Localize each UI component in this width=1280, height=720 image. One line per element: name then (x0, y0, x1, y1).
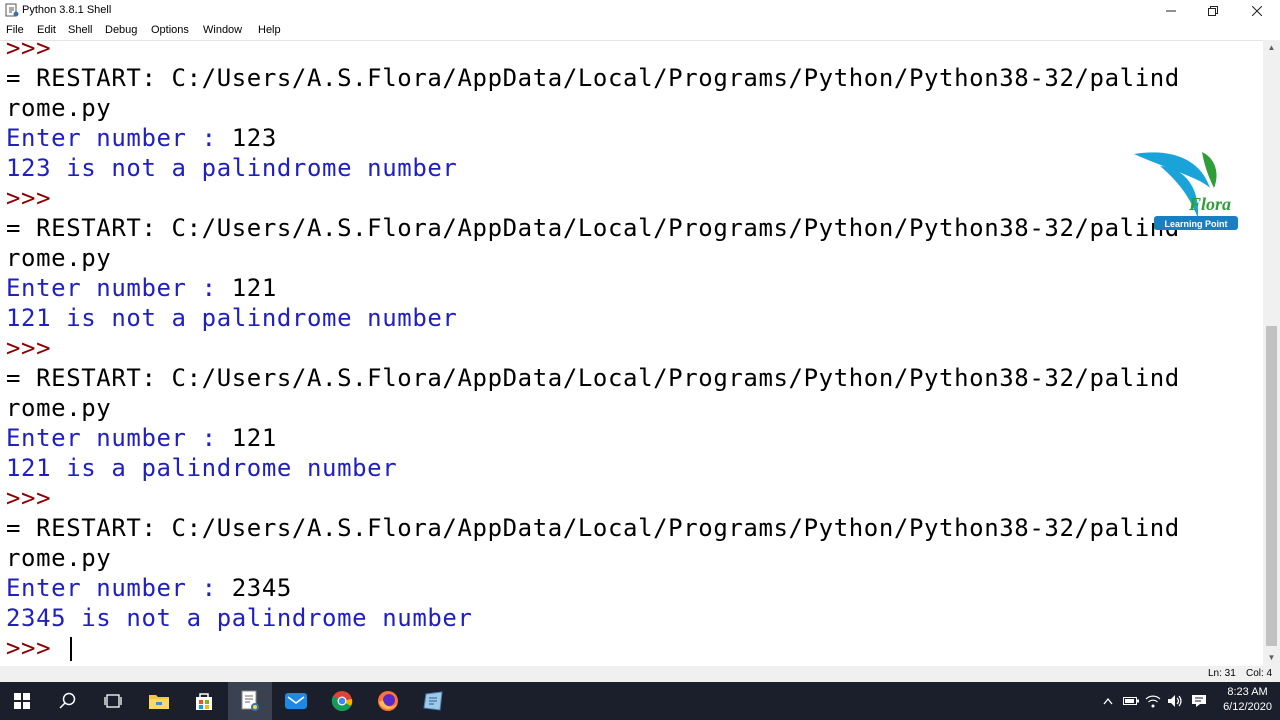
menu-debug[interactable]: Debug (105, 24, 137, 36)
shell-prompt: >>> (6, 184, 52, 212)
text-cursor (70, 637, 73, 661)
tray-network[interactable] (1144, 682, 1162, 720)
input-prompt-label: Enter number : (6, 574, 232, 602)
logo-brand-text: Flora (1188, 194, 1231, 214)
start-button[interactable] (0, 682, 44, 720)
program-output: 2345 is not a palindrome number (6, 604, 473, 632)
start-icon (14, 693, 30, 709)
taskbar-idle-editor[interactable] (228, 682, 272, 720)
restart-line: = RESTART: C:/Users/A.S.Flora/AppData/Lo… (6, 514, 1180, 542)
restart-line: = RESTART: C:/Users/A.S.Flora/AppData/Lo… (6, 64, 1180, 92)
input-line: Enter number : 121 (6, 273, 277, 303)
window-title: Python 3.8.1 Shell (22, 4, 112, 16)
input-line: Enter number : 121 (6, 423, 277, 453)
restart-line: rome.py (6, 544, 112, 572)
mail-icon (285, 693, 307, 709)
taskbar-firefox[interactable] (366, 682, 410, 720)
user-input-value: 121 (231, 274, 277, 302)
minimize-button[interactable] (1150, 0, 1192, 22)
menu-window[interactable]: Window (203, 24, 242, 36)
tray-overflow-button[interactable] (1100, 682, 1116, 720)
taskbar-python[interactable] (412, 682, 456, 720)
tray-notifications[interactable] (1188, 682, 1210, 720)
program-output: 123 is not a palindrome number (6, 154, 458, 182)
shell-text-area[interactable]: >>> = RESTART: C:/Users/A.S.Flora/AppData… (0, 40, 1263, 667)
scrollbar-thumb[interactable] (1266, 326, 1277, 646)
restart-line: rome.py (6, 94, 112, 122)
chevron-up-icon (1103, 697, 1113, 705)
chrome-icon (331, 691, 353, 712)
task-view-button[interactable] (91, 682, 135, 720)
taskbar-file-explorer[interactable] (137, 682, 181, 720)
notification-icon (1192, 695, 1206, 707)
shell-prompt: >>> (6, 484, 52, 512)
menu-bar: File Edit Shell Debug Options Window Hel… (0, 22, 1280, 40)
clock-date: 6/12/2020 (1223, 701, 1272, 713)
line-indicator: Ln: 31 (1208, 668, 1236, 679)
status-bar: Ln: 31 Col: 4 (0, 666, 1280, 682)
scroll-up-arrow-icon[interactable]: ▲ (1263, 40, 1280, 56)
input-prompt-label: Enter number : (6, 124, 232, 152)
taskbar-chrome[interactable] (320, 682, 364, 720)
maximize-button[interactable] (1192, 0, 1234, 22)
python-shell-icon (5, 3, 19, 17)
firefox-icon (378, 691, 398, 711)
input-prompt-label: Enter number : (6, 424, 232, 452)
volume-icon (1168, 695, 1182, 707)
menu-file[interactable]: File (6, 24, 24, 36)
task-view-icon (104, 694, 122, 708)
taskbar-store[interactable] (182, 682, 226, 720)
file-explorer-icon (149, 695, 169, 709)
python-icon (423, 691, 443, 711)
program-output: 121 is a palindrome number (6, 454, 398, 482)
flora-learning-point-logo: Flora Learning Point (1134, 152, 1238, 230)
shell-prompt: >>> (6, 634, 67, 662)
minimize-icon (1166, 10, 1176, 12)
taskbar-mail[interactable] (274, 682, 318, 720)
restore-icon (1208, 6, 1218, 16)
column-indicator: Col: 4 (1246, 668, 1273, 679)
close-button[interactable] (1236, 0, 1278, 22)
input-prompt-label: Enter number : (6, 274, 232, 302)
input-line: Enter number : 123 (6, 123, 277, 153)
idle-editor-icon (241, 690, 259, 711)
restart-line: = RESTART: C:/Users/A.S.Flora/AppData/Lo… (6, 364, 1180, 392)
shell-prompt: >>> (6, 334, 52, 362)
user-input-value: 2345 (231, 574, 292, 602)
tray-volume[interactable] (1166, 682, 1184, 720)
shell-prompt: >>> (6, 40, 52, 62)
restart-line: = RESTART: C:/Users/A.S.Flora/AppData/Lo… (6, 214, 1180, 242)
active-prompt-line[interactable]: >>> (6, 633, 73, 663)
restart-line: rome.py (6, 394, 112, 422)
search-button[interactable] (46, 682, 90, 720)
menu-options[interactable]: Options (151, 24, 189, 36)
scroll-down-arrow-icon[interactable]: ▼ (1263, 650, 1280, 666)
user-input-value: 123 (231, 124, 277, 152)
logo-tagline-text: Learning Point (1165, 219, 1228, 229)
taskbar-clock[interactable]: 8:23 AM 6/12/2020 (1223, 685, 1272, 715)
menu-help[interactable]: Help (258, 24, 281, 36)
program-output: 121 is not a palindrome number (6, 304, 458, 332)
menu-shell[interactable]: Shell (68, 24, 92, 36)
wifi-icon (1145, 695, 1161, 708)
window-title-bar: Python 3.8.1 Shell (0, 0, 1280, 22)
tray-battery[interactable] (1122, 682, 1140, 720)
input-line: Enter number : 2345 (6, 573, 292, 603)
restart-line: rome.py (6, 244, 112, 272)
user-input-value: 121 (231, 424, 277, 452)
battery-icon (1123, 697, 1139, 705)
menu-edit[interactable]: Edit (37, 24, 56, 36)
store-icon (196, 693, 212, 710)
clock-time: 8:23 AM (1227, 686, 1268, 698)
vertical-scrollbar[interactable]: ▲ ▼ (1263, 40, 1280, 666)
windows-taskbar: 8:23 AM 6/12/2020 (0, 682, 1280, 720)
search-icon (59, 692, 76, 709)
close-icon (1252, 6, 1262, 16)
